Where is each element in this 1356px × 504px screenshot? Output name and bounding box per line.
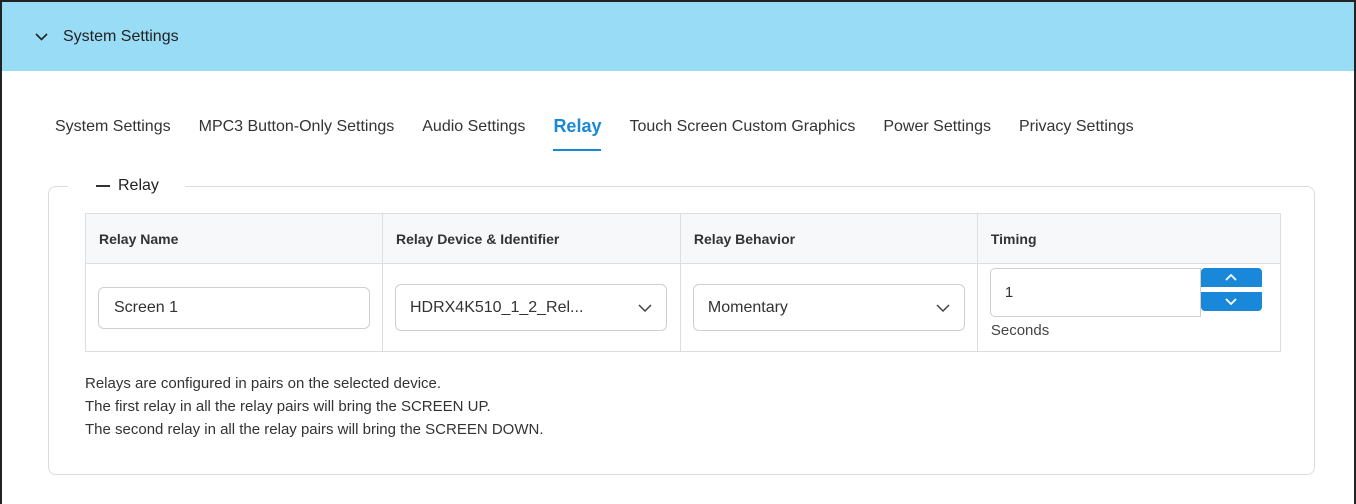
note-line: The first relay in all the relay pairs w… <box>85 398 491 415</box>
tab-system-settings[interactable]: System Settings <box>55 118 171 154</box>
settings-tabs: System Settings MPC3 Button-Only Setting… <box>55 116 1162 154</box>
column-header-relay-name: Relay Name <box>85 213 383 264</box>
relay-name-input[interactable]: Screen 1 <box>98 286 370 329</box>
relay-behavior-value: Momentary <box>707 298 788 316</box>
timing-cell: 1 Seconds <box>976 263 1282 352</box>
chevron-down-icon[interactable] <box>34 30 48 44</box>
increment-button[interactable] <box>1200 268 1262 287</box>
chevron-down-icon <box>936 299 950 317</box>
column-header-relay-device: Relay Device & Identifier <box>381 213 681 264</box>
note-line: Relays are configured in pairs on the se… <box>85 375 442 392</box>
column-header-timing: Timing <box>976 213 1282 264</box>
timing-input[interactable]: 1 <box>989 268 1201 317</box>
tab-power-settings[interactable]: Power Settings <box>883 118 991 154</box>
timing-unit-label: Seconds <box>990 322 1050 339</box>
tab-privacy-settings[interactable]: Privacy Settings <box>1019 118 1134 154</box>
relay-behavior-select[interactable]: Momentary <box>692 284 965 331</box>
legend-label: Relay <box>118 177 159 194</box>
collapse-dash-icon[interactable] <box>96 185 110 187</box>
relay-behavior-cell: Momentary <box>679 263 978 352</box>
relay-legend[interactable]: Relay <box>68 174 185 198</box>
relay-table: Relay Name Relay Device & Identifier Rel… <box>85 213 1282 352</box>
column-header-relay-behavior: Relay Behavior <box>679 213 978 264</box>
chevron-down-icon <box>1225 298 1237 305</box>
note-line: The second relay in all the relay pairs … <box>85 421 544 438</box>
relay-name-cell: Screen 1 <box>85 263 383 352</box>
tab-mpc3-button-only-settings[interactable]: MPC3 Button-Only Settings <box>199 118 395 154</box>
timing-stepper: 1 Seconds <box>989 264 1280 351</box>
relay-notes: Relays are configured in pairs on the se… <box>85 372 544 441</box>
tab-audio-settings[interactable]: Audio Settings <box>422 118 525 154</box>
system-settings-header[interactable]: System Settings <box>2 2 1354 71</box>
table-row: Screen 1 HDRX4K510_1_2_Rel... Momentary <box>85 263 1282 352</box>
decrement-button[interactable] <box>1200 292 1262 311</box>
chevron-up-icon <box>1225 274 1237 281</box>
relay-device-select[interactable]: HDRX4K510_1_2_Rel... <box>394 284 667 331</box>
section-title: System Settings <box>63 27 179 45</box>
table-header-row: Relay Name Relay Device & Identifier Rel… <box>85 213 1282 264</box>
relay-device-cell: HDRX4K510_1_2_Rel... <box>381 263 681 352</box>
relay-name-value: Screen 1 <box>114 298 179 316</box>
relay-device-value: HDRX4K510_1_2_Rel... <box>409 298 584 316</box>
tab-relay[interactable]: Relay <box>553 116 602 152</box>
chevron-down-icon <box>638 299 652 317</box>
timing-spinner <box>1200 268 1262 312</box>
tab-touch-screen-custom-graphics[interactable]: Touch Screen Custom Graphics <box>629 118 855 154</box>
